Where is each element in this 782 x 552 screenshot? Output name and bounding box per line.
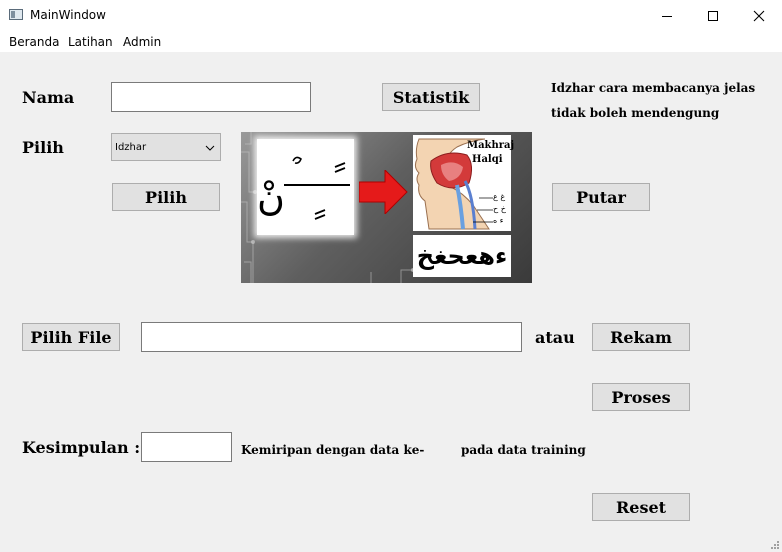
- description-line-1: Idzhar cara membacanya jelas: [551, 81, 756, 95]
- dropdown-selected-value: Idzhar: [115, 142, 147, 153]
- close-button[interactable]: [736, 0, 782, 31]
- close-icon: [753, 10, 765, 21]
- makhraj-panel: Makhraj Halqi غ ع خ ح ء ه: [413, 135, 515, 231]
- statistik-button[interactable]: Statistik: [382, 83, 480, 111]
- pilih-label: Pilih: [22, 138, 64, 157]
- maximize-icon: [708, 10, 718, 21]
- minimize-button[interactable]: [644, 0, 690, 31]
- pilih-file-button[interactable]: Pilih File: [22, 323, 120, 351]
- window-title: MainWindow: [30, 8, 106, 22]
- maximize-button[interactable]: [690, 0, 736, 31]
- menu-admin[interactable]: Admin: [123, 35, 161, 49]
- mouth-label-1: غ ع: [493, 192, 506, 201]
- makhraj-title-line-2: Halqi: [472, 154, 503, 165]
- menu-latihan[interactable]: Latihan: [68, 35, 113, 49]
- kesimpulan-label: Kesimpulan :: [22, 438, 141, 457]
- halqi-letters: ءهعحغخ: [416, 242, 508, 270]
- nama-input[interactable]: [111, 82, 311, 112]
- app-window-icon: [9, 9, 23, 20]
- description-line-2: tidak boleh mendengung: [551, 106, 720, 120]
- rekam-button[interactable]: Rekam: [592, 323, 690, 351]
- halqi-letters-panel: ءهعحغخ: [413, 235, 511, 277]
- kemiripan-label: Kemiripan dengan data ke-: [241, 443, 425, 457]
- menu-bar: Beranda Latihan Admin: [0, 31, 782, 52]
- mouth-label-3: ء ه: [493, 216, 504, 225]
- data-training-label: pada data training: [461, 443, 586, 457]
- hukum-dropdown[interactable]: Idzhar: [111, 133, 221, 161]
- noon-sukun-card: نْ: [257, 139, 354, 235]
- reset-button[interactable]: Reset: [592, 493, 690, 521]
- kesimpulan-output[interactable]: [141, 432, 232, 462]
- file-path-input[interactable]: [141, 322, 522, 352]
- atau-label: atau: [535, 328, 575, 347]
- resize-grip-icon[interactable]: [770, 540, 780, 550]
- nama-label: Nama: [22, 88, 75, 107]
- minimize-icon: [662, 15, 672, 17]
- mouth-label-2: خ ح: [493, 204, 506, 213]
- title-bar: MainWindow: [0, 0, 782, 31]
- putar-button[interactable]: Putar: [552, 183, 650, 211]
- pilih-button[interactable]: Pilih: [112, 183, 220, 211]
- makhraj-illustration: نْ Makhraj Halqi غ ع خ ح ء ه ءهعحغخ: [241, 132, 532, 283]
- makhraj-title-line-1: Makhraj: [467, 140, 515, 151]
- noon-sukun-letter: نْ: [257, 175, 285, 219]
- red-arrow-icon: [359, 170, 408, 214]
- menu-beranda[interactable]: Beranda: [9, 35, 59, 49]
- proses-button[interactable]: Proses: [592, 383, 690, 411]
- chevron-down-icon: [205, 145, 215, 151]
